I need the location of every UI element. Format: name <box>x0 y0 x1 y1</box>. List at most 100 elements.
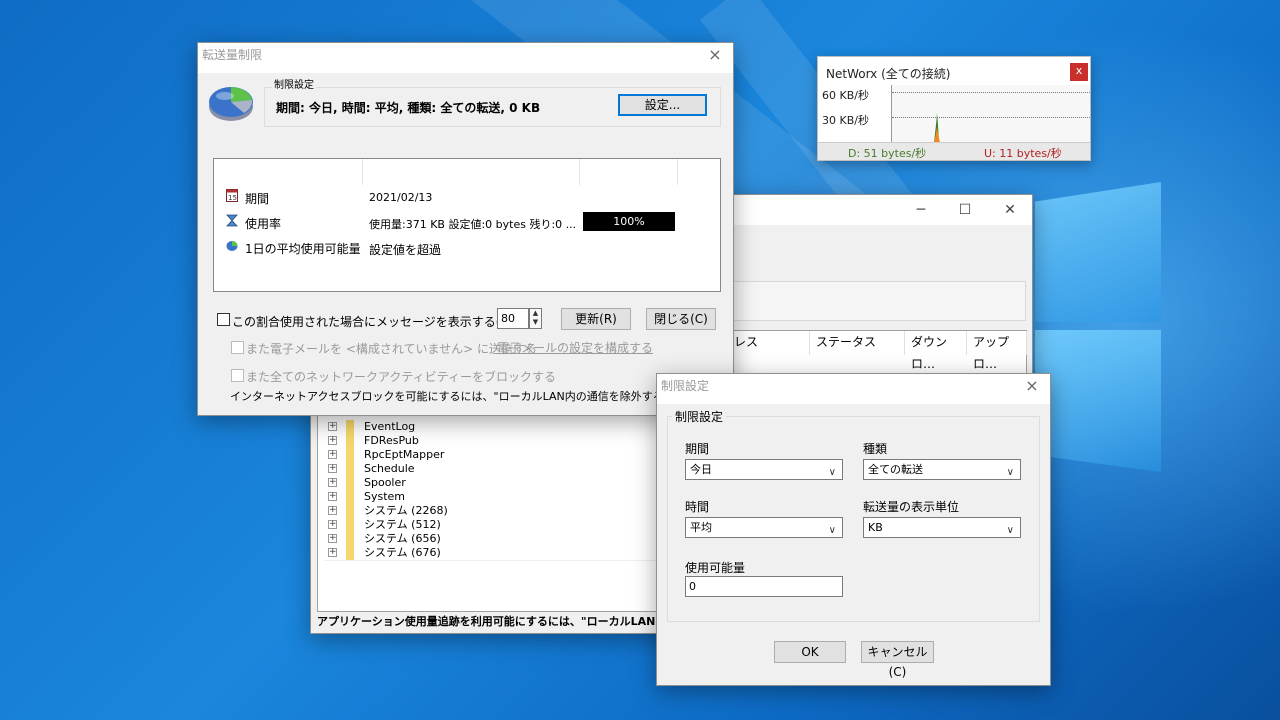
quota-dialog: 転送量制限 × 制限設定 期間: 今日, 時間: 平均, 種類: 全ての転送, … <box>197 42 734 416</box>
unit-select[interactable]: KB ∨ <box>863 517 1021 538</box>
calendar-icon: 15 <box>226 189 238 202</box>
expand-icon[interactable]: + <box>328 506 337 515</box>
unit-label: 転送量の表示単位 <box>863 500 960 514</box>
notify-checkbox[interactable] <box>217 313 230 326</box>
expand-icon[interactable]: + <box>328 464 337 473</box>
expand-icon[interactable]: + <box>328 436 337 445</box>
folder-icon <box>346 476 354 490</box>
column-header[interactable]: ダウンロ… <box>905 331 967 371</box>
scale-label-low: 30 KB/秒 <box>822 114 869 127</box>
chevron-down-icon: ∨ <box>1006 467 1014 478</box>
group-label: 制限設定 <box>672 408 727 425</box>
folder-icon <box>346 448 354 462</box>
chevron-down-icon: ∨ <box>828 525 836 536</box>
quota-info-list: 15 期間 2021/02/13 使用率 使用量:371 KB 設定値:0 by… <box>213 158 721 292</box>
column-header[interactable]: アップロ… <box>967 331 1027 371</box>
expand-icon[interactable]: + <box>328 548 337 557</box>
windows-logo-pane <box>1035 330 1161 472</box>
column-divider <box>580 159 678 185</box>
email-label: また電子メールを <構成されていません> に送信する <box>246 342 538 356</box>
daily-average-value: 設定値を超過 <box>369 243 442 257</box>
dialog-title-text: 制限設定 <box>661 379 710 393</box>
tree-label: Spooler <box>364 476 406 489</box>
percent-spinner[interactable]: ▲ ▼ <box>529 308 542 329</box>
period-label: 期間 <box>685 442 710 456</box>
allowance-label: 使用可能量 <box>685 561 746 575</box>
minimize-icon[interactable]: ─ <box>901 199 941 223</box>
expand-icon[interactable]: + <box>328 422 337 431</box>
period-label: 期間 <box>245 192 270 206</box>
close-icon[interactable]: ✕ <box>990 199 1030 223</box>
tree-label: EventLog <box>364 420 416 433</box>
traffic-spike <box>934 113 940 143</box>
expand-icon[interactable]: + <box>328 478 337 487</box>
cancel-button[interactable]: キャンセル(C) <box>861 641 934 679</box>
notify-percent-value: 80 <box>501 312 515 325</box>
svg-text:15: 15 <box>228 194 237 202</box>
tree-label: システム (676) <box>364 546 441 559</box>
close-icon[interactable]: × <box>699 43 731 69</box>
unit-selected: KB <box>868 521 883 534</box>
refresh-button[interactable]: 更新(R) <box>561 308 631 330</box>
type-selected: 全ての転送 <box>868 463 923 476</box>
expand-icon[interactable]: + <box>328 492 337 501</box>
email-checkbox[interactable] <box>231 341 244 354</box>
block-label: また全てのネットワークアクティビティーをブロックする <box>246 370 556 384</box>
download-rate: D: 51 bytes/秒 <box>848 147 927 160</box>
column-header[interactable]: ステータス <box>810 331 905 355</box>
networx-title: NetWorx (全ての接続) <box>826 67 951 81</box>
limit-summary: 期間: 今日, 時間: 平均, 種類: 全ての転送, 0 KB <box>276 101 541 115</box>
period-select[interactable]: 今日 ∨ <box>685 459 843 480</box>
usage-label: 使用率 <box>245 217 282 231</box>
daily-average-label: 1日の平均使用可能量 <box>245 242 361 256</box>
windows-logo-pane <box>1035 182 1161 322</box>
allowance-value: 0 <box>689 580 696 593</box>
usage-progress-bar: 100% <box>583 212 675 231</box>
group-label: 制限設定 <box>272 76 316 91</box>
maximize-icon[interactable]: ☐ <box>945 199 985 223</box>
folder-icon <box>346 490 354 504</box>
email-settings-link[interactable]: 電子メールの設定を構成する <box>497 339 653 356</box>
notify-percent-input[interactable]: 80 <box>497 308 529 329</box>
period-value: 2021/02/13 <box>369 191 433 204</box>
hourglass-icon <box>226 214 238 227</box>
close-icon[interactable]: x <box>1070 63 1088 81</box>
usage-value: 使用量:371 KB 設定値:0 bytes 残り:0 ... <box>369 218 577 231</box>
notify-label: この割合使用された場合にメッセージを表示する(%) <box>232 315 517 329</box>
tree-label: システム (2268) <box>364 504 448 517</box>
networx-meter-window: NetWorx (全ての接続) x 60 KB/秒 30 KB/秒 D: 51 … <box>817 56 1091 161</box>
dialog-title: 転送量制限 <box>198 43 733 73</box>
expand-icon[interactable]: + <box>328 534 337 543</box>
allowance-input[interactable]: 0 <box>685 576 843 597</box>
pie-logo-icon <box>209 87 253 121</box>
folder-icon <box>346 532 354 546</box>
upload-rate: U: 11 bytes/秒 <box>984 147 1062 160</box>
tree-label: システム (656) <box>364 532 441 545</box>
tree-label: RpcEptMapper <box>364 448 445 461</box>
time-select[interactable]: 平均 ∨ <box>685 517 843 538</box>
column-divider <box>363 159 580 185</box>
networx-footer: D: 51 bytes/秒 U: 11 bytes/秒 <box>818 142 1090 160</box>
folder-icon <box>346 546 354 560</box>
dialog-title-text: 転送量制限 <box>202 48 263 62</box>
folder-icon <box>346 518 354 532</box>
close-button[interactable]: 閉じる(C) <box>646 308 716 330</box>
close-icon[interactable]: × <box>1016 374 1048 400</box>
period-selected: 今日 <box>690 463 712 476</box>
settings-button[interactable]: 設定... <box>618 94 707 116</box>
tree-label: FDResPub <box>364 434 419 447</box>
traffic-graph <box>891 85 1090 143</box>
expand-icon[interactable]: + <box>328 520 337 529</box>
column-header[interactable]: レス <box>728 331 810 355</box>
folder-icon <box>346 504 354 518</box>
expand-icon[interactable]: + <box>328 450 337 459</box>
block-checkbox[interactable] <box>231 369 244 382</box>
time-label: 時間 <box>685 500 710 514</box>
dialog-title: 制限設定 <box>657 374 1050 404</box>
footer-note: インターネットアクセスブロックを可能にするには、"ローカルLAN内の通信を除外す… <box>230 390 730 403</box>
chevron-down-icon: ∨ <box>828 467 836 478</box>
ok-button[interactable]: OK <box>774 641 846 663</box>
column-divider <box>214 159 363 185</box>
type-select[interactable]: 全ての転送 ∨ <box>863 459 1021 480</box>
usage-percent: 100% <box>613 215 645 228</box>
